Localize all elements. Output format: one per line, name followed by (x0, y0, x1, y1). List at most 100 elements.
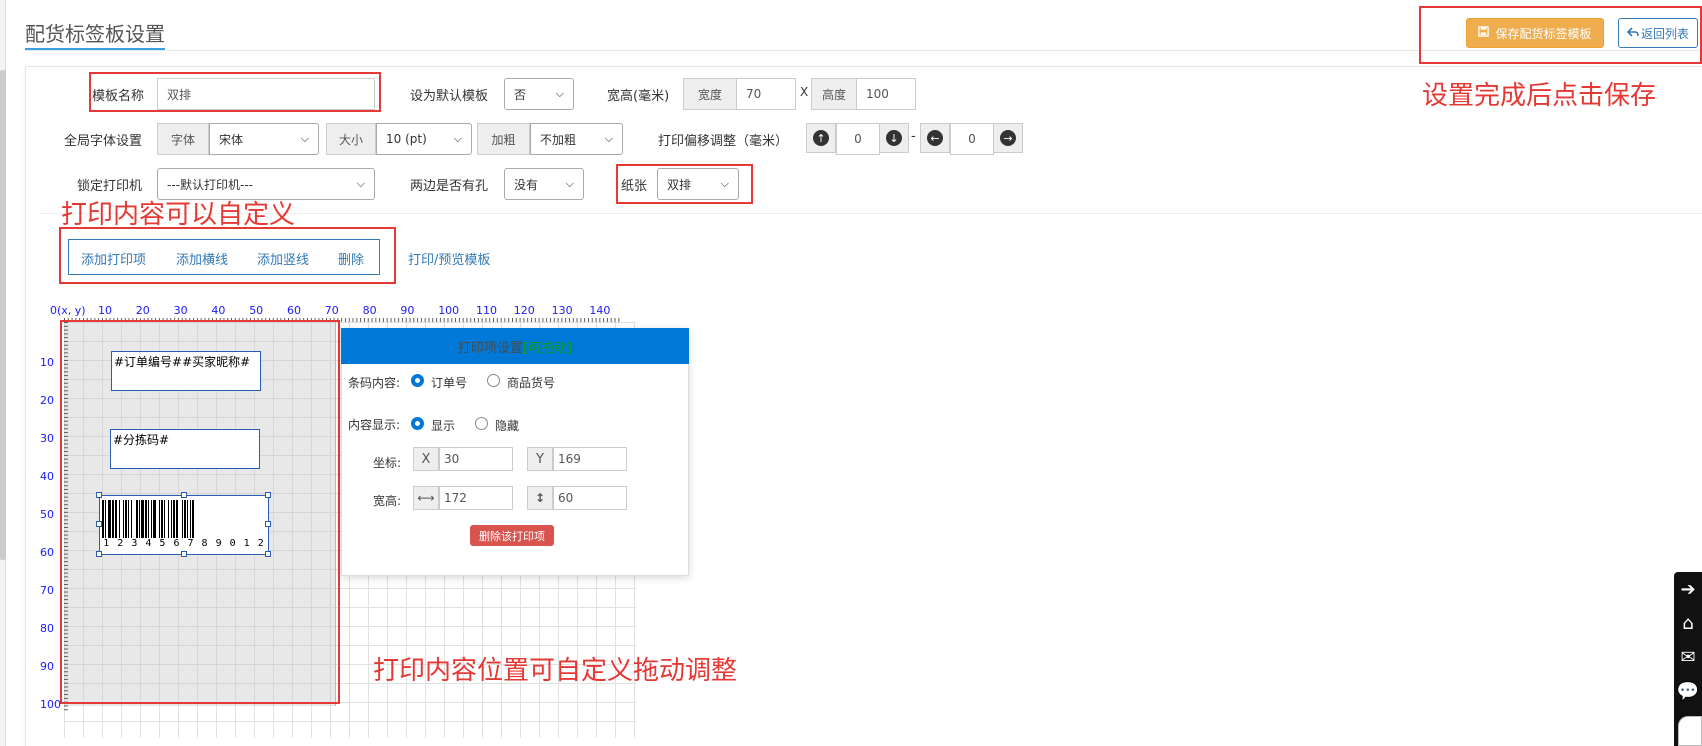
ruler-left-label: 50 (40, 508, 54, 521)
delete-print-item-button[interactable]: 删除该打印项 (470, 525, 554, 546)
radio-hide-label: 隐藏 (495, 419, 520, 433)
ruler-top-label: 80 (362, 304, 377, 317)
ruler-top-label: 60 (287, 304, 301, 317)
chevron-down-icon: ⌵ (300, 132, 309, 145)
ruler-left-label: 60 (40, 546, 54, 559)
settings-title: 打印项设置 (457, 340, 523, 356)
ruler-left-label: 30 (40, 432, 54, 445)
item-height-input[interactable]: 60 (553, 486, 627, 510)
size-label: 宽高: (373, 494, 402, 508)
height-input[interactable]: 100 (856, 78, 916, 110)
width-input[interactable]: 70 (736, 78, 796, 110)
ruler-top-label: 130 (551, 304, 573, 317)
font-addon: 字体 (157, 123, 209, 155)
width-addon: 宽度 (683, 78, 737, 110)
paper-value: 双排 (667, 177, 692, 192)
height-addon: 高度 (811, 78, 857, 110)
item-width-input[interactable]: 172 (439, 486, 513, 510)
draggable-hint: [可拖动] (522, 340, 573, 356)
add-horizontal-line-link[interactable]: 添加横线 (176, 249, 228, 268)
font-size-value: 10 (pt) (386, 132, 427, 146)
arrow-up-circle-icon: ↑ (813, 130, 829, 146)
radio-show-label: 显示 (431, 419, 456, 433)
side-holes-select[interactable]: 没有 ⌵ (504, 168, 584, 200)
radio-order-number[interactable] (411, 374, 424, 387)
offset-down-button[interactable]: ↓ (879, 123, 909, 153)
x-addon: X (413, 447, 439, 471)
coordinates-label: 坐标: (373, 456, 402, 470)
add-print-item-link[interactable]: 添加打印项 (81, 249, 146, 268)
radio-sku[interactable] (487, 374, 500, 387)
arrow-right-icon[interactable]: ➔ (1674, 572, 1702, 606)
annotation-box-save (1419, 6, 1702, 64)
chat-icon[interactable]: 💬 (1674, 674, 1702, 708)
y-addon: Y (527, 447, 553, 471)
side-holes-value: 没有 (514, 177, 539, 192)
offset-right-button[interactable]: → (993, 123, 1023, 153)
content-display-label: 内容显示: (348, 418, 401, 432)
ruler-left-label: 20 (40, 394, 54, 407)
annotation-box-label-area (60, 320, 340, 704)
annotation-drag-hint: 打印内容位置可自定义拖动调整 (373, 656, 738, 686)
ruler-top-label: 110 (476, 304, 497, 317)
height-arrows-icon: ↕ (527, 486, 553, 510)
offset-left-button[interactable]: ← (920, 123, 950, 153)
arrow-left-circle-icon: ← (927, 130, 943, 146)
arrow-right-circle-icon: → (1000, 130, 1016, 146)
settings-panel-header[interactable]: 打印项设置 [可拖动] (341, 328, 689, 364)
bold-value: 不加粗 (540, 132, 577, 147)
chevron-down-icon: ⌵ (555, 87, 564, 100)
ruler-top-label: 120 (513, 304, 535, 317)
y-input[interactable]: 169 (553, 447, 627, 471)
font-size-addon: 大小 (326, 123, 376, 155)
default-template-label: 设为默认模板 (410, 89, 489, 104)
offset-separator: - (911, 129, 916, 144)
font-size-select[interactable]: 10 (pt) ⌵ (376, 123, 472, 155)
add-vertical-line-link[interactable]: 添加竖线 (257, 249, 309, 268)
offset-horizontal-input[interactable]: 0 (950, 123, 994, 155)
paper-label: 纸张 (621, 179, 648, 194)
ruler-left-label: 10 (40, 356, 54, 369)
ruler-left-label: 70 (40, 584, 54, 597)
ruler-top-label: 30 (173, 304, 188, 317)
default-template-select[interactable]: 否 ⌵ (504, 78, 574, 110)
page-title: 配货标签板设置 (25, 22, 165, 46)
ruler-top-label: 20 (135, 304, 150, 317)
chevron-down-icon: ⌵ (604, 132, 613, 145)
global-font-label: 全局字体设置 (64, 134, 143, 149)
x-input[interactable]: 30 (439, 447, 513, 471)
home-icon[interactable]: ⌂ (1674, 606, 1702, 640)
mail-icon[interactable]: ✉ (1674, 640, 1702, 674)
ruler-top-label: 50 (249, 304, 264, 317)
ruler-left (0, 0, 1, 1)
print-preview-link[interactable]: 打印/预览模板 (408, 249, 490, 268)
ruler-top-label: 70 (324, 304, 339, 317)
lock-printer-label: 锁定打印机 (77, 179, 143, 194)
offset-vertical-input[interactable]: 0 (836, 123, 880, 155)
font-family-select[interactable]: 宋体 ⌵ (209, 123, 319, 155)
template-name-input[interactable]: 双排 (157, 78, 375, 110)
paper-select[interactable]: 双排 ⌵ (657, 168, 739, 200)
ruler-left-label: 80 (40, 622, 54, 635)
radio-sku-label: 商品货号 (507, 376, 556, 390)
ruler-top-label: 40 (211, 304, 226, 317)
chevron-down-icon: ⌵ (720, 177, 729, 190)
ruler-top-label: 90 (400, 304, 415, 317)
print-offset-label: 打印偏移调整（毫米） (658, 134, 789, 149)
ruler-left-label: 100 (40, 698, 61, 711)
ruler-top-label: 10 (98, 304, 112, 317)
support-icon[interactable] (1678, 716, 1702, 746)
offset-up-button[interactable]: ↑ (806, 123, 836, 153)
ruler-top-label: 100 (438, 304, 460, 317)
delete-link[interactable]: 删除 (338, 249, 364, 268)
barcode-content-label: 条码内容: (348, 376, 401, 390)
ruler-top-label: 140 (589, 304, 611, 317)
annotation-custom-hint: 打印内容可以自定义 (61, 200, 296, 230)
radio-show[interactable] (411, 417, 424, 430)
bold-select[interactable]: 不加粗 ⌵ (530, 123, 623, 155)
font-family-value: 宋体 (219, 132, 244, 147)
page-scrollbar-thumb[interactable] (0, 70, 6, 560)
side-holes-label: 两边是否有孔 (410, 179, 489, 194)
radio-hide[interactable] (475, 417, 488, 430)
size-mm-label: 宽高(毫米) (607, 89, 670, 104)
